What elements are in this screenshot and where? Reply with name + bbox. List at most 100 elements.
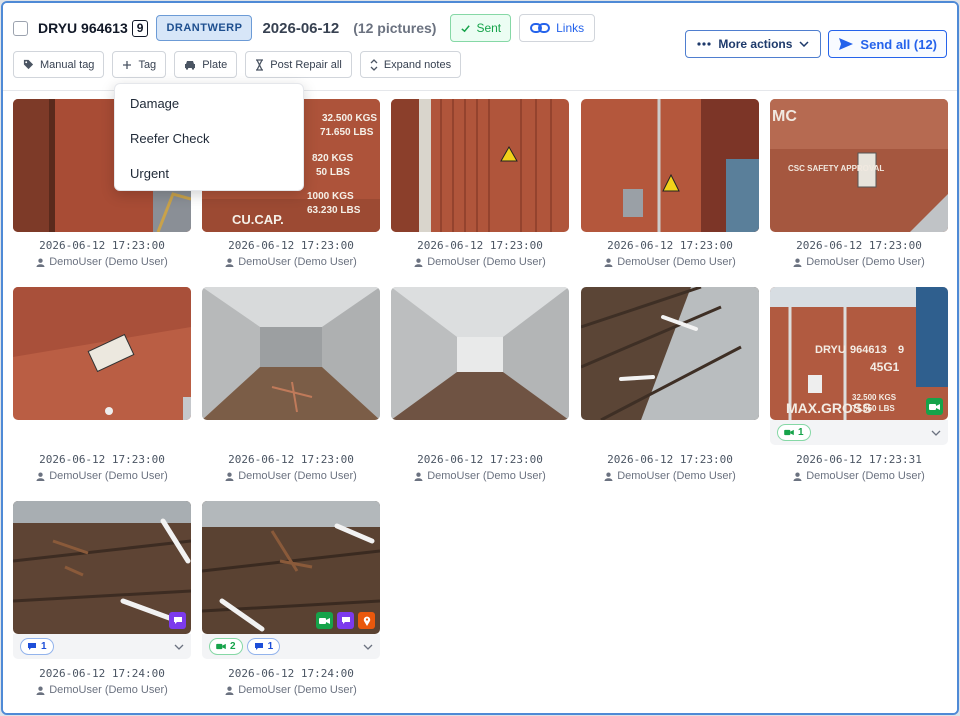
photo-thumbnail[interactable] [581, 99, 759, 232]
photo-user: DemoUser (Demo User) [770, 470, 948, 482]
plate-text: 45G1 [870, 360, 900, 374]
user-icon [793, 258, 802, 267]
chevron-down-icon[interactable] [363, 644, 373, 650]
video-count: 1 [798, 427, 804, 438]
location-flag-icon [358, 612, 375, 629]
photo-user-name: DemoUser (Demo User) [427, 470, 546, 482]
photo-chip-bar: 1 [770, 420, 948, 445]
select-checkbox[interactable] [13, 20, 28, 36]
user-icon [36, 258, 45, 267]
post-repair-all-button[interactable]: Post Repair all [245, 51, 352, 78]
photo-user-name: DemoUser (Demo User) [806, 470, 925, 482]
manual-tag-button[interactable]: Manual tag [13, 51, 105, 78]
comment-flag-icon [169, 612, 186, 629]
photo-flags [316, 612, 375, 629]
plate-text: 1000 KGS [307, 191, 354, 202]
expand-notes-button[interactable]: Expand notes [359, 51, 462, 78]
photo-user-name: DemoUser (Demo User) [49, 684, 168, 696]
photo-user: DemoUser (Demo User) [770, 256, 948, 268]
more-actions-label: More actions [718, 37, 793, 51]
send-all-button[interactable]: Send all (12) [828, 30, 947, 58]
photo-user-name: DemoUser (Demo User) [238, 470, 357, 482]
tag-option-urgent[interactable]: Urgent [115, 156, 303, 191]
comment-icon [28, 643, 36, 650]
more-actions-button[interactable]: More actions [685, 30, 822, 58]
inspection-date: 2026-06-12 [262, 19, 340, 37]
container-number: DRYU 964613 [38, 20, 128, 36]
photo-user-name: DemoUser (Demo User) [238, 684, 357, 696]
header: DRYU 964613 9 DRANTWERP 2026-06-12 (12 p… [3, 3, 957, 91]
user-icon [36, 472, 45, 481]
hourglass-icon [256, 58, 264, 71]
link-icon [530, 23, 551, 33]
photo-timestamp: 2026-06-12 17:23:00 [39, 239, 165, 252]
photo-user-name: DemoUser (Demo User) [238, 256, 357, 268]
comment-count-chip[interactable]: 1 [20, 638, 54, 655]
photo-timestamp: 2026-06-12 17:24:00 [228, 667, 354, 680]
tag-button[interactable]: Tag [112, 51, 167, 78]
container-id: DRYU 964613 9 [38, 19, 149, 37]
plate-text: 71.650 LBS [852, 404, 895, 413]
video-icon [216, 643, 226, 650]
header-actions: More actions Send all (12) [685, 30, 947, 58]
photo-timestamp: 2026-06-12 17:23:00 [417, 239, 543, 252]
tag-option-reefer-check[interactable]: Reefer Check [115, 121, 303, 156]
video-count-chip[interactable]: 1 [777, 424, 811, 441]
comment-icon [254, 643, 263, 650]
send-all-label: Send all (12) [860, 36, 937, 52]
tag-icon [23, 59, 34, 70]
photo-timestamp: 2026-06-12 17:23:00 [39, 453, 165, 466]
video-count: 2 [230, 641, 236, 652]
location-badge[interactable]: DRANTWERP [156, 15, 253, 41]
expand-icon [370, 58, 378, 71]
comment-count-chip[interactable]: 1 [246, 638, 281, 655]
photo-user: DemoUser (Demo User) [391, 470, 569, 482]
user-icon [225, 258, 234, 267]
photo-flags [926, 398, 943, 415]
user-icon [793, 472, 802, 481]
user-icon [414, 472, 423, 481]
video-count-chip[interactable]: 2 [209, 638, 243, 655]
photo-user-name: DemoUser (Demo User) [617, 470, 736, 482]
photo-thumbnail[interactable]: MC CSC SAFETY APPROVAL [770, 99, 948, 232]
photo-thumbnail[interactable] [391, 287, 569, 420]
photo-timestamp: 2026-06-12 17:23:00 [607, 453, 733, 466]
photo-thumbnail[interactable] [202, 287, 380, 420]
photo-user-name: DemoUser (Demo User) [806, 256, 925, 268]
links-button[interactable]: Links [519, 14, 596, 42]
photo-thumbnail[interactable] [581, 287, 759, 420]
photo-user: DemoUser (Demo User) [13, 470, 191, 482]
photo-thumbnail[interactable] [13, 287, 191, 420]
photo-thumbnail[interactable] [13, 501, 191, 634]
photo-thumbnail[interactable] [202, 501, 380, 634]
check-icon [461, 24, 471, 32]
photo-timestamp: 2026-06-12 17:23:31 [796, 453, 922, 466]
plate-button[interactable]: Plate [174, 51, 238, 78]
photo-user-name: DemoUser (Demo User) [427, 256, 546, 268]
send-icon [839, 38, 854, 50]
photo-thumbnail[interactable]: DRYU 964613 9 45G1 MAX.GROSS 32.500 KGS … [770, 287, 948, 420]
user-icon [604, 258, 613, 267]
photo-user: DemoUser (Demo User) [13, 684, 191, 696]
tag-label: Tag [138, 58, 157, 71]
user-icon [225, 472, 234, 481]
photo-user: DemoUser (Demo User) [202, 684, 380, 696]
chevron-down-icon[interactable] [931, 430, 941, 436]
comment-count: 1 [41, 641, 47, 652]
plate-text: 71.650 LBS [320, 127, 374, 138]
check-digit: 9 [131, 19, 149, 37]
tag-option-damage[interactable]: Damage [115, 86, 303, 121]
video-icon [784, 429, 794, 436]
picture-count: (12 pictures) [353, 20, 437, 36]
plate-text: 9 [898, 344, 904, 356]
photo-timestamp: 2026-06-12 17:23:00 [607, 239, 733, 252]
photo-chip-bar: 1 [13, 634, 191, 659]
photo-timestamp: 2026-06-12 17:23:00 [417, 453, 543, 466]
sent-badge: Sent [450, 14, 512, 42]
plate-text: MC [772, 108, 797, 125]
photo-thumbnail[interactable] [391, 99, 569, 232]
photo-timestamp: 2026-06-12 17:23:00 [228, 453, 354, 466]
post-repair-all-label: Post Repair all [270, 58, 342, 71]
chevron-down-icon[interactable] [174, 644, 184, 650]
photo-user: DemoUser (Demo User) [581, 470, 759, 482]
